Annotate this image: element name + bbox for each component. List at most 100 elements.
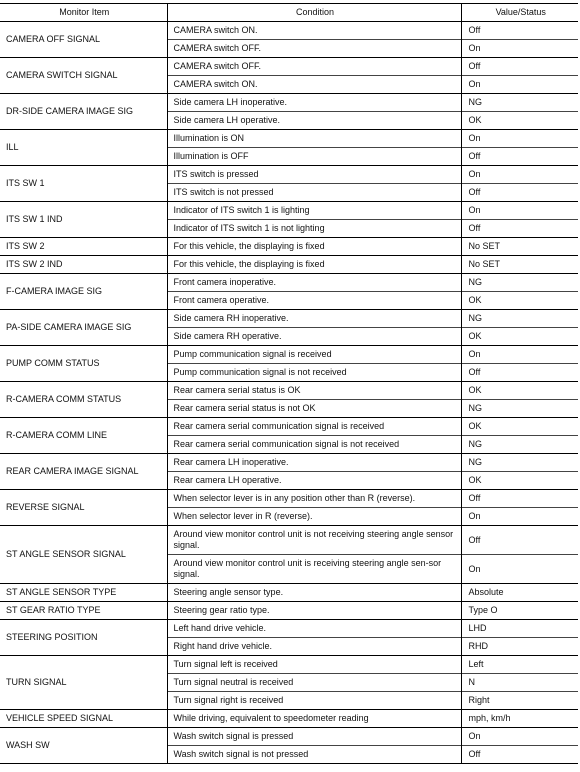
condition-cell: When selector lever is in any position o… bbox=[166, 489, 461, 508]
monitor-item-cell: R-CAMERA COMM STATUS bbox=[0, 381, 167, 418]
monitor-item-cell: R-CAMERA COMM LINE bbox=[0, 417, 167, 454]
condition-cell: When selector lever in R (reverse). bbox=[166, 507, 461, 526]
value-status-cell: Left bbox=[460, 655, 578, 674]
table-row: ST GEAR RATIO TYPE Steering gear ratio ty… bbox=[0, 601, 578, 620]
monitor-item-cell: ILL bbox=[0, 129, 167, 166]
monitor-item-cell: ST GEAR RATIO TYPE bbox=[0, 601, 167, 620]
condition-cell: Around view monitor control unit is rece… bbox=[166, 554, 461, 584]
table-row: ILL Illumination is ON On bbox=[0, 129, 578, 166]
value-status-cell: Off bbox=[460, 363, 578, 382]
condition-cell: Wash switch signal is not pressed bbox=[166, 745, 461, 764]
condition-cell: Pump communication signal is not receive… bbox=[166, 363, 461, 382]
monitor-item-cell: CAMERA SWITCH SIGNAL bbox=[0, 57, 167, 94]
table-row: ITS SW 1 IND Indicator of ITS switch 1 is… bbox=[0, 201, 578, 238]
condition-cell: Turn signal neutral is received bbox=[166, 673, 461, 692]
value-status-cell: On bbox=[460, 507, 578, 526]
table-row: ST ANGLE SENSOR TYPE Steering angle senso… bbox=[0, 583, 578, 602]
table-row: WASH SW Wash switch signal is pressed On bbox=[0, 727, 578, 764]
condition-cell: Illumination is ON bbox=[166, 129, 461, 148]
value-status-cell: OK bbox=[460, 327, 578, 346]
condition-cell: CAMERA switch ON. bbox=[166, 21, 461, 40]
condition-cell: Rear camera LH inoperative. bbox=[166, 453, 461, 472]
monitor-item-cell: WASH SW bbox=[0, 727, 167, 764]
condition-cell: While driving, equivalent to speedometer… bbox=[166, 709, 461, 728]
value-status-cell: LHD bbox=[460, 619, 578, 638]
value-status-cell: NG bbox=[460, 273, 578, 292]
condition-cell: Side camera RH inoperative. bbox=[166, 309, 461, 328]
condition-cell: Turn signal right is received bbox=[166, 691, 461, 710]
monitor-item-cell: ITS SW 1 IND bbox=[0, 201, 167, 238]
condition-cell: Wash switch signal is pressed bbox=[166, 727, 461, 746]
table-row: CAMERA OFF SIGNAL CAMERA switch ON. Off bbox=[0, 21, 578, 58]
condition-cell: CAMERA switch OFF. bbox=[166, 39, 461, 58]
monitor-item-cell: REVERSE SIGNAL bbox=[0, 489, 167, 526]
table-row: F-CAMERA IMAGE SIG Front camera inoperati… bbox=[0, 273, 578, 310]
condition-cell: Rear camera LH operative. bbox=[166, 471, 461, 490]
value-status-cell: N bbox=[460, 673, 578, 692]
monitor-item-cell: TURN SIGNAL bbox=[0, 655, 167, 710]
monitor-item-cell: CAMERA OFF SIGNAL bbox=[0, 21, 167, 58]
value-status-cell: Off bbox=[460, 219, 578, 238]
condition-cell: Rear camera serial communication signal … bbox=[166, 435, 461, 454]
value-status-cell: Off bbox=[460, 183, 578, 202]
table-header-row: Monitor Item Condition Value/Status bbox=[0, 3, 578, 22]
value-status-cell: OK bbox=[460, 291, 578, 310]
condition-cell: Illumination is OFF bbox=[166, 147, 461, 166]
value-status-cell: RHD bbox=[460, 637, 578, 656]
monitor-item-cell: ITS SW 2 bbox=[0, 237, 167, 256]
condition-cell: Indicator of ITS switch 1 is not lightin… bbox=[166, 219, 461, 238]
value-status-cell: Off bbox=[460, 147, 578, 166]
table-row: TURN SIGNAL Turn signal left is received L… bbox=[0, 655, 578, 710]
value-status-cell: NG bbox=[460, 309, 578, 328]
value-status-cell: Off bbox=[460, 57, 578, 76]
value-status-cell: NG bbox=[460, 93, 578, 112]
value-status-cell: OK bbox=[460, 471, 578, 490]
value-status-cell: Absolute bbox=[460, 583, 578, 602]
table-row: ITS SW 2 For this vehicle, the displaying… bbox=[0, 237, 578, 256]
condition-cell: CAMERA switch ON. bbox=[166, 75, 461, 94]
value-status-cell: OK bbox=[460, 381, 578, 400]
value-status-cell: mph, km/h bbox=[460, 709, 578, 728]
condition-cell: For this vehicle, the displaying is fixe… bbox=[166, 255, 461, 274]
table-row: REAR CAMERA IMAGE SIGNAL Rear camera LH i… bbox=[0, 453, 578, 490]
condition-cell: Side camera RH operative. bbox=[166, 327, 461, 346]
table-row: ITS SW 2 IND For this vehicle, the displa… bbox=[0, 255, 578, 274]
table-row: R-CAMERA COMM STATUS Rear camera serial s… bbox=[0, 381, 578, 418]
monitor-item-cell: ST ANGLE SENSOR SIGNAL bbox=[0, 525, 167, 584]
table-row: PA-SIDE CAMERA IMAGE SIG Side camera RH i… bbox=[0, 309, 578, 346]
value-status-cell: Off bbox=[460, 745, 578, 764]
condition-cell: Steering gear ratio type. bbox=[166, 601, 461, 620]
monitor-item-cell: ST ANGLE SENSOR TYPE bbox=[0, 583, 167, 602]
value-status-cell: On bbox=[460, 727, 578, 746]
monitor-item-cell: PUMP COMM STATUS bbox=[0, 345, 167, 382]
monitor-item-cell: PA-SIDE CAMERA IMAGE SIG bbox=[0, 309, 167, 346]
monitor-item-cell: F-CAMERA IMAGE SIG bbox=[0, 273, 167, 310]
condition-cell: Right hand drive vehicle. bbox=[166, 637, 461, 656]
value-status-cell: On bbox=[460, 345, 578, 364]
value-status-cell: On bbox=[460, 129, 578, 148]
table-body: CAMERA OFF SIGNAL CAMERA switch ON. Off CAM… bbox=[0, 21, 578, 764]
condition-cell: For this vehicle, the displaying is fixe… bbox=[166, 237, 461, 256]
condition-cell: Left hand drive vehicle. bbox=[166, 619, 461, 638]
monitor-item-cell: ITS SW 2 IND bbox=[0, 255, 167, 274]
header-condition: Condition bbox=[166, 3, 461, 22]
condition-cell: Indicator of ITS switch 1 is lighting bbox=[166, 201, 461, 220]
value-status-cell: Right bbox=[460, 691, 578, 710]
value-status-cell: Type O bbox=[460, 601, 578, 620]
condition-cell: ITS switch is pressed bbox=[166, 165, 461, 184]
value-status-cell: OK bbox=[460, 111, 578, 130]
value-status-cell: On bbox=[460, 554, 578, 584]
table-row: ITS SW 1 ITS switch is pressed On bbox=[0, 165, 578, 202]
value-status-cell: No SET bbox=[460, 255, 578, 274]
condition-cell: Steering angle sensor type. bbox=[166, 583, 461, 602]
value-status-cell: NG bbox=[460, 435, 578, 454]
value-status-cell: On bbox=[460, 39, 578, 58]
value-status-cell: On bbox=[460, 165, 578, 184]
monitor-item-cell: VEHICLE SPEED SIGNAL bbox=[0, 709, 167, 728]
condition-cell: Rear camera serial status is not OK bbox=[166, 399, 461, 418]
table-row: CAMERA SWITCH SIGNAL CAMERA switch OFF. Of… bbox=[0, 57, 578, 94]
condition-cell: Rear camera serial status is OK bbox=[166, 381, 461, 400]
header-monitor-item: Monitor Item bbox=[0, 3, 167, 22]
header-value-status: Value/Status bbox=[460, 3, 578, 22]
table-row: ST ANGLE SENSOR SIGNAL Around view monito… bbox=[0, 525, 578, 584]
